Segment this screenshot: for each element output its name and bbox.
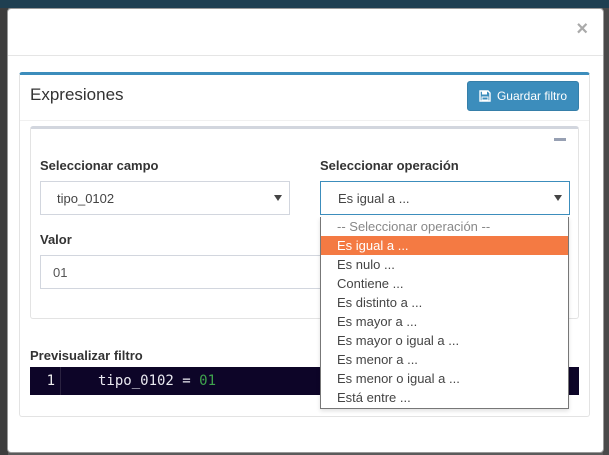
- operation-select[interactable]: Es igual a ...: [320, 181, 570, 215]
- close-icon[interactable]: ×: [576, 19, 588, 39]
- box-title: Expresiones: [30, 85, 124, 104]
- operation-dropdown: -- Seleccionar operación -- Es igual a .…: [320, 217, 569, 409]
- field-label: Seleccionar campo: [40, 158, 159, 173]
- operation-option[interactable]: Es nulo ...: [321, 255, 568, 274]
- chevron-down-icon: [554, 195, 562, 201]
- minus-icon[interactable]: [554, 138, 566, 141]
- box-header-divider: [20, 120, 589, 121]
- code-value: 01: [199, 373, 217, 389]
- field-select-value: tipo_0102: [57, 190, 115, 206]
- save-filter-label: Guardar filtro: [496, 89, 567, 103]
- operation-option[interactable]: Contiene ...: [321, 274, 568, 293]
- preview-label: Previsualizar filtro: [30, 348, 143, 363]
- code-field: tipo_0102 =: [98, 373, 200, 389]
- operation-option[interactable]: -- Seleccionar operación --: [321, 217, 568, 236]
- operation-option[interactable]: Es mayor a ...: [321, 312, 568, 331]
- modal-header-divider: [8, 55, 603, 56]
- operation-option[interactable]: Es menor o igual a ...: [321, 369, 568, 388]
- floppy-disk-icon: [479, 90, 491, 102]
- line-number: 1: [30, 367, 61, 395]
- chevron-down-icon: [274, 195, 282, 201]
- operation-option[interactable]: Es menor a ...: [321, 350, 568, 369]
- operation-option[interactable]: Es igual a ...: [321, 236, 568, 255]
- value-input[interactable]: 01: [40, 255, 322, 289]
- operation-select-value: Es igual a ...: [338, 190, 410, 206]
- value-label: Valor: [40, 232, 72, 247]
- code-line: tipo_0102 = 01: [61, 373, 216, 389]
- operation-option[interactable]: Es mayor o igual a ...: [321, 331, 568, 350]
- operation-label: Seleccionar operación: [320, 158, 459, 173]
- operation-option[interactable]: Es distinto a ...: [321, 293, 568, 312]
- save-filter-button[interactable]: Guardar filtro: [466, 81, 579, 111]
- field-select[interactable]: tipo_0102: [40, 181, 290, 215]
- backdrop-top: [0, 0, 609, 8]
- operation-option[interactable]: Está entre ...: [321, 388, 568, 407]
